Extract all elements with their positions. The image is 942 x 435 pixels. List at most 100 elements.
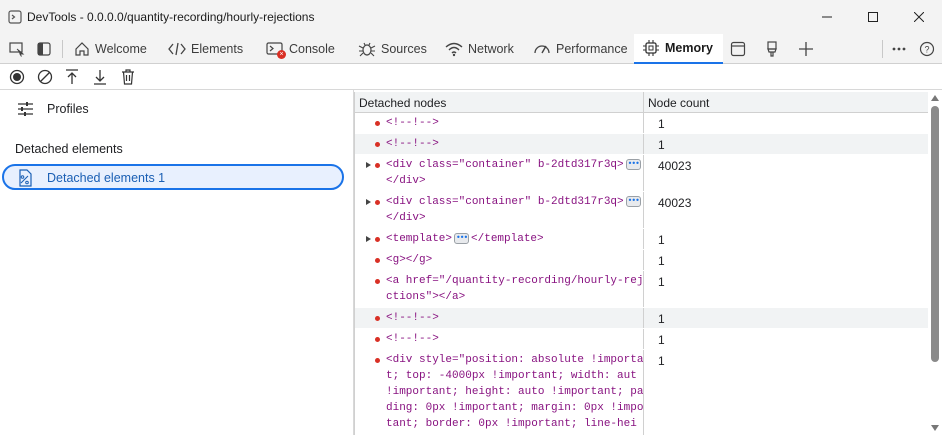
detached-element-icon: [19, 169, 32, 187]
add-tab-button[interactable]: [793, 34, 819, 64]
save-profile-button[interactable]: [90, 67, 110, 87]
column-divider: [643, 155, 644, 191]
device-toggle-icon: [37, 42, 51, 56]
extension-panel-button[interactable]: [759, 34, 785, 64]
table-row[interactable]: <a href="/quantity-recording/hourly-rej …: [355, 271, 929, 308]
table-row[interactable]: <div class="container" b-2dtd317r3q> </d…: [355, 192, 929, 229]
detached-node-cell: <template> </template>: [355, 229, 643, 249]
tab-performance[interactable]: Performance: [533, 34, 628, 64]
device-emulation-button[interactable]: [31, 34, 57, 64]
node-markup: <div class="container" b-2dtd317r3q> </d…: [386, 156, 643, 189]
tab-elements[interactable]: Elements: [168, 34, 243, 64]
maximize-button[interactable]: [850, 0, 896, 34]
inspect-icon: [9, 42, 25, 57]
gauge-icon: [534, 45, 550, 54]
help-icon: ?: [919, 41, 935, 57]
load-profile-button[interactable]: [62, 67, 82, 87]
detached-node-bullet-icon: [375, 163, 380, 168]
svg-text:?: ?: [924, 45, 929, 55]
window-icon: [730, 41, 746, 57]
trash-icon: [122, 69, 134, 85]
scroll-down-arrow-icon[interactable]: [931, 425, 939, 431]
minimize-button[interactable]: [804, 0, 850, 34]
home-icon: [75, 42, 89, 56]
column-divider: [643, 350, 644, 435]
node-markup: <a href="/quantity-recording/hourly-rej …: [386, 273, 643, 305]
sidebar-item-detached-elements-1[interactable]: Detached elements 1: [2, 164, 344, 190]
expand-arrow-icon[interactable]: [366, 236, 371, 242]
node-count-cell: 1: [658, 312, 665, 326]
detached-node-cell: <g></g>: [355, 250, 643, 270]
node-markup-line: t; top: -4000px !important; width: aut: [386, 370, 637, 382]
table-row[interactable]: <!--!--> 1: [355, 113, 929, 134]
scrollbar-thumb[interactable]: [931, 106, 939, 362]
collect-garbage-button[interactable]: [118, 67, 138, 87]
table-row[interactable]: <template> </template> 1: [355, 229, 929, 250]
node-count-cell: 1: [658, 333, 665, 347]
vertical-scrollbar[interactable]: [928, 92, 942, 435]
code-brackets-icon: [168, 42, 186, 56]
tab-memory[interactable]: Memory: [634, 34, 723, 64]
tab-console[interactable]: × Console: [266, 34, 335, 64]
table-row[interactable]: <!--!--> 1: [355, 134, 929, 155]
detached-node-bullet-icon: [375, 316, 380, 321]
detached-node-bullet-icon: [375, 337, 380, 342]
profiles-header[interactable]: Profiles: [0, 98, 354, 120]
detached-node-cell: <!--!-->: [355, 113, 643, 133]
title-bar: DevTools - 0.0.0.0/quantity-recording/ho…: [0, 0, 942, 34]
node-count-cell: 1: [658, 117, 665, 131]
detached-node-bullet-icon: [375, 358, 380, 363]
node-markup: <g></g>: [386, 252, 432, 268]
node-count-cell: 40023: [658, 196, 692, 210]
more-options-button[interactable]: [886, 34, 912, 64]
node-count-cell: 1: [658, 354, 665, 368]
upload-icon: [66, 69, 78, 84]
column-divider: [643, 92, 644, 112]
scroll-up-arrow-icon[interactable]: [931, 95, 939, 101]
detached-node-bullet-icon: [375, 279, 380, 284]
expand-children-ellipsis-icon[interactable]: [625, 193, 641, 209]
tab-sources[interactable]: Sources: [358, 34, 427, 64]
expand-children-ellipsis-icon[interactable]: [625, 156, 641, 172]
tab-separator: [882, 40, 883, 58]
node-markup-line: </div>: [386, 212, 426, 224]
node-markup-line: <!--!-->: [386, 117, 439, 129]
table-row[interactable]: <!--!--> 1: [355, 329, 929, 350]
node-markup-line: ctions"></a>: [386, 291, 466, 303]
close-button[interactable]: [896, 0, 942, 34]
node-markup-line: <!--!-->: [386, 312, 439, 324]
node-count-cell: 1: [658, 233, 665, 247]
take-snapshot-button[interactable]: [7, 67, 27, 87]
detached-node-cell: <div style="position: absolute !importa …: [355, 350, 643, 435]
table-row[interactable]: <!--!--> 1: [355, 308, 929, 329]
bug-icon: [358, 42, 376, 57]
inspect-element-button[interactable]: [4, 34, 30, 64]
expand-arrow-icon[interactable]: [366, 199, 371, 205]
application-panel-button[interactable]: [725, 34, 751, 64]
table-row[interactable]: <div style="position: absolute !importa …: [355, 350, 929, 435]
node-markup: <div class="container" b-2dtd317r3q> </d…: [386, 193, 643, 226]
tab-welcome[interactable]: Welcome: [74, 34, 147, 64]
node-markup-line: ding: 0px !important; margin: 0px !impo: [386, 402, 644, 414]
tab-console-label: Console: [289, 42, 335, 56]
table-row[interactable]: <div class="container" b-2dtd317r3q> </d…: [355, 155, 929, 192]
devtools-tab-bar: Welcome Elements × Console Sources Netwo…: [0, 34, 942, 64]
expand-children-ellipsis-icon[interactable]: [454, 230, 470, 246]
detached-node-bullet-icon: [375, 237, 380, 242]
detached-node-cell: <a href="/quantity-recording/hourly-rej …: [355, 271, 643, 307]
column-header-detached-nodes[interactable]: Detached nodes: [359, 96, 446, 110]
node-markup-line: </template>: [471, 233, 544, 245]
expand-arrow-icon[interactable]: [366, 162, 371, 168]
node-markup: <div style="position: absolute !importa …: [386, 352, 643, 432]
clear-profiles-button[interactable]: [35, 67, 55, 87]
tab-welcome-label: Welcome: [95, 42, 147, 56]
help-button[interactable]: ?: [914, 34, 940, 64]
column-divider: [643, 308, 644, 328]
tab-network[interactable]: Network: [445, 34, 514, 64]
table-row[interactable]: <g></g> 1: [355, 250, 929, 271]
node-markup-line: <g></g>: [386, 254, 433, 266]
profiles-label: Profiles: [47, 102, 89, 116]
node-markup-line: </div>: [386, 175, 426, 187]
tab-sources-label: Sources: [381, 42, 427, 56]
column-header-node-count[interactable]: Node count: [648, 96, 709, 110]
